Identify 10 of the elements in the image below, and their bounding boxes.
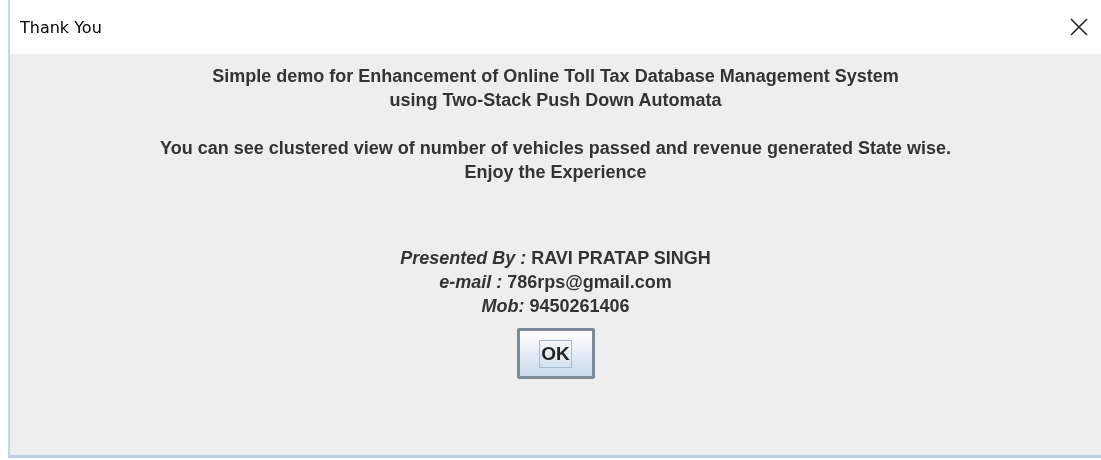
message-text: Enjoy the Experience <box>464 161 647 184</box>
window-title: Thank You <box>20 17 102 37</box>
credit-text: Presented By : RAVI PRATAP SINGH <box>400 247 711 270</box>
close-icon[interactable] <box>1069 17 1089 37</box>
ok-button[interactable]: OK <box>516 328 595 379</box>
credit-text: e-mail : 786rps@gmail.com <box>439 271 672 294</box>
message-text: using Two-Stack Push Down Automata <box>389 89 722 112</box>
message-text: You can see clustered view of number of vehicles passed and revenue generated State wise. <box>160 137 951 160</box>
message-text: Simple demo for Enhancement of Online Toll Tax Database Management System <box>212 65 899 88</box>
credit-text: Mob: 9450261406 <box>481 295 630 318</box>
